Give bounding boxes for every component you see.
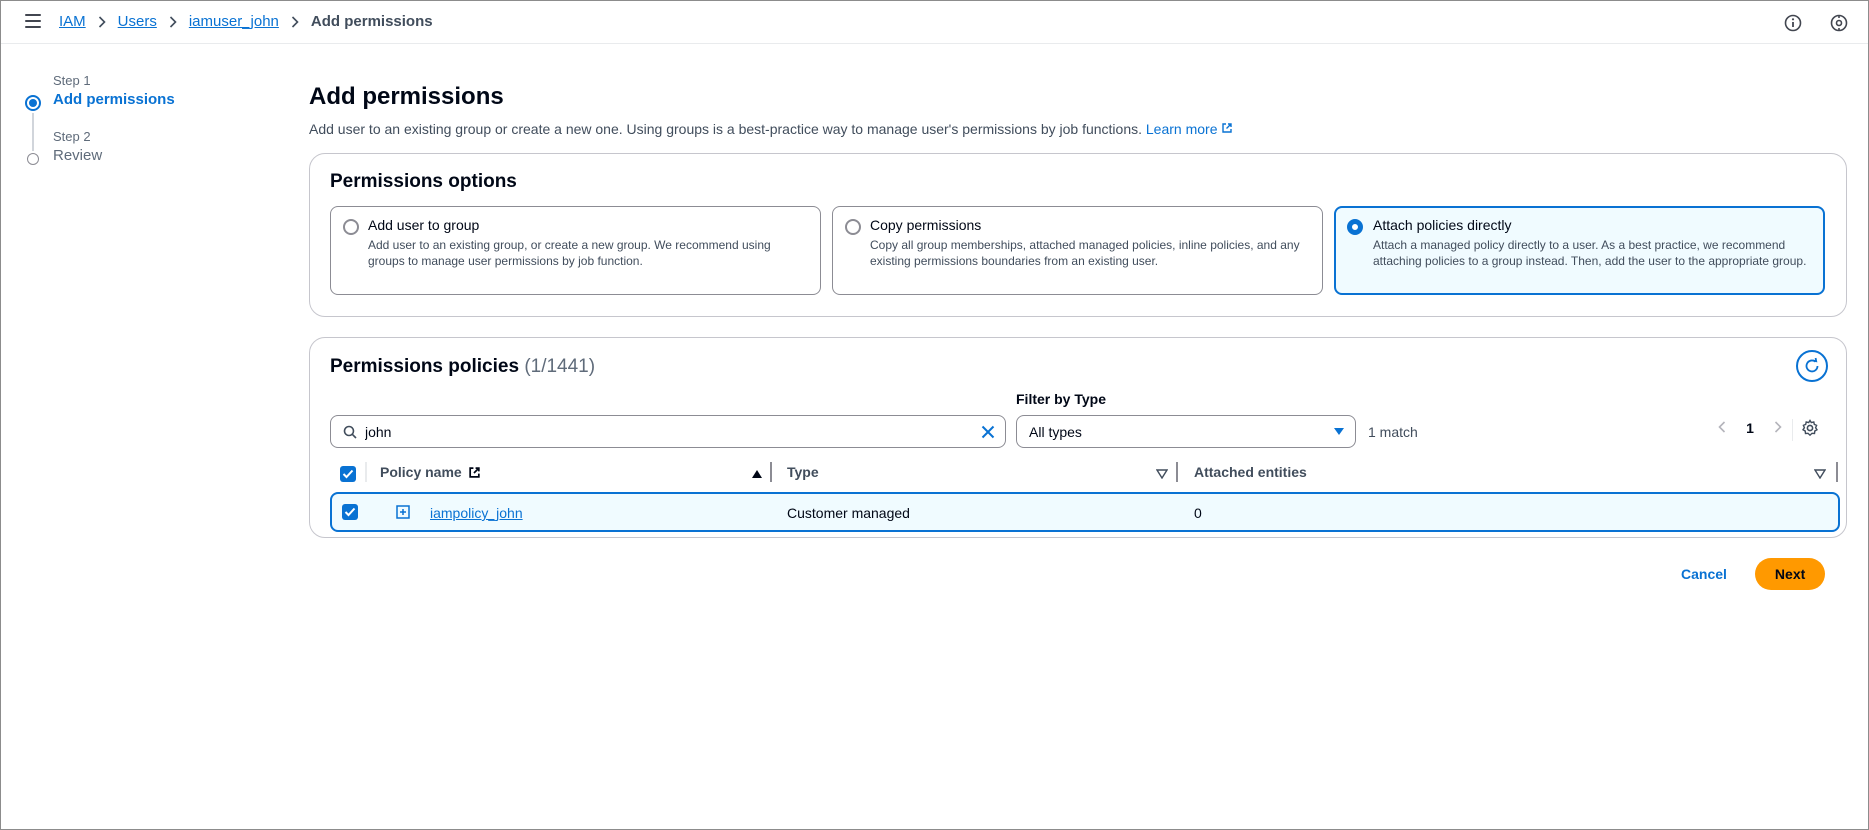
breadcrumb-iam[interactable]: IAM — [59, 13, 86, 30]
options-title: Permissions options — [330, 171, 517, 192]
checkmark-icon — [344, 507, 356, 517]
policy-name[interactable]: iampolicy_john — [430, 505, 523, 521]
policy-search-input[interactable] — [365, 423, 965, 440]
external-link-icon — [1222, 123, 1233, 133]
pagination: 1 — [1708, 420, 1792, 436]
wizard-step-1[interactable]: Step 1 Add permissions — [25, 73, 245, 151]
policies-title: Permissions policies (1/1441) — [330, 356, 595, 378]
step-title[interactable]: Add permissions — [53, 91, 245, 108]
column-policy-name[interactable]: Policy name — [380, 464, 481, 480]
table-row[interactable]: iampolicy_john Customer managed 0 — [330, 492, 1840, 532]
sort-icon[interactable] — [1814, 469, 1826, 479]
wizard-actions: Cancel Next — [1681, 558, 1826, 590]
chevron-right-icon — [169, 15, 177, 28]
chevron-right-icon — [98, 15, 106, 28]
column-type[interactable]: Type — [787, 464, 819, 480]
attached-entities-count: 0 — [1194, 505, 1202, 521]
settings-circle-icon[interactable] — [1829, 13, 1849, 33]
option-title: Copy permissions — [870, 217, 982, 233]
policies-count: (1/1441) — [524, 356, 596, 377]
policies-title-text: Permissions policies — [330, 356, 520, 377]
step-title: Review — [53, 147, 103, 164]
top-navigation-bar: IAM Users iamuser_john Add permissions — [1, 1, 1868, 44]
permissions-options-panel: Permissions options Add user to group Ad… — [309, 153, 1847, 317]
learn-more-link[interactable]: Learn more — [1146, 121, 1233, 137]
option-title: Attach policies directly — [1373, 217, 1512, 233]
caret-down-icon — [1334, 428, 1344, 435]
radio-button[interactable] — [845, 219, 861, 235]
option-add-user-to-group[interactable]: Add user to group Add user to an existin… — [330, 206, 821, 295]
policy-type: Customer managed — [787, 505, 910, 521]
option-description: Copy all group memberships, attached man… — [870, 238, 1300, 268]
row-checkbox[interactable] — [342, 504, 358, 520]
refresh-icon — [1805, 357, 1819, 373]
next-page-icon[interactable] — [1764, 420, 1792, 436]
column-divider[interactable] — [1176, 462, 1178, 482]
column-divider[interactable] — [1836, 462, 1838, 482]
option-description: Attach a managed policy directly to a us… — [1373, 238, 1807, 268]
step-label: Step 2 — [53, 129, 91, 144]
info-icon[interactable] — [1783, 13, 1803, 33]
permissions-policies-panel: Permissions policies (1/1441) Filter by … — [309, 337, 1847, 538]
step-active-indicator-icon — [25, 95, 41, 111]
breadcrumb-user[interactable]: iamuser_john — [189, 13, 279, 30]
breadcrumb: IAM Users iamuser_john Add permissions — [59, 13, 433, 30]
sort-ascending-icon[interactable] — [751, 469, 763, 479]
column-divider[interactable] — [770, 462, 772, 482]
match-count: 1 match — [1368, 424, 1418, 440]
page-header: Add permissions Add user to an existing … — [309, 83, 1847, 137]
table-settings-icon[interactable] — [1792, 419, 1819, 441]
filter-by-type-label: Filter by Type — [1016, 391, 1106, 407]
page-description: Add user to an existing group or create … — [309, 121, 1847, 137]
expand-icon[interactable] — [396, 505, 410, 519]
cancel-button[interactable]: Cancel — [1681, 566, 1727, 582]
column-divider — [365, 462, 367, 482]
next-button[interactable]: Next — [1754, 558, 1826, 590]
option-attach-policies-directly[interactable]: Attach policies directly Attach a manage… — [1334, 206, 1825, 295]
refresh-button[interactable] — [1796, 350, 1828, 382]
breadcrumb-users[interactable]: Users — [118, 13, 157, 30]
table-header: Policy name Type Attached entities — [330, 458, 1840, 490]
policy-search-field[interactable] — [330, 415, 1006, 448]
option-copy-permissions[interactable]: Copy permissions Copy all group membersh… — [832, 206, 1323, 295]
learn-more-label[interactable]: Learn more — [1146, 121, 1218, 137]
previous-page-icon[interactable] — [1708, 420, 1736, 436]
column-attached-entities[interactable]: Attached entities — [1194, 464, 1307, 480]
breadcrumb-current: Add permissions — [310, 13, 433, 30]
description-text: Add user to an existing group or create … — [309, 121, 1142, 137]
type-filter-value: All types — [1029, 423, 1082, 440]
option-description: Add user to an existing group, or create… — [368, 238, 771, 268]
sort-icon[interactable] — [1156, 469, 1168, 479]
radio-button[interactable] — [343, 219, 359, 235]
type-filter-select[interactable]: All types — [1016, 415, 1356, 448]
wizard-steps: Step 1 Add permissions Step 2 Review — [25, 73, 245, 185]
step-inactive-indicator-icon — [27, 153, 39, 165]
page-number[interactable]: 1 — [1736, 420, 1764, 436]
clear-search-icon[interactable] — [981, 425, 995, 439]
select-all-checkbox[interactable] — [340, 466, 356, 482]
page-title: Add permissions — [309, 83, 504, 110]
option-title: Add user to group — [368, 217, 480, 233]
menu-icon[interactable] — [25, 14, 41, 30]
external-link-icon — [469, 466, 480, 478]
column-label: Policy name — [380, 464, 462, 480]
policy-name-link[interactable]: iampolicy_john — [430, 505, 523, 521]
wizard-step-2[interactable]: Step 2 Review — [25, 129, 245, 185]
step-label: Step 1 — [53, 73, 91, 88]
checkmark-icon — [342, 469, 354, 479]
chevron-right-icon — [291, 15, 299, 28]
radio-button-checked[interactable] — [1347, 219, 1363, 235]
search-icon — [343, 425, 357, 439]
